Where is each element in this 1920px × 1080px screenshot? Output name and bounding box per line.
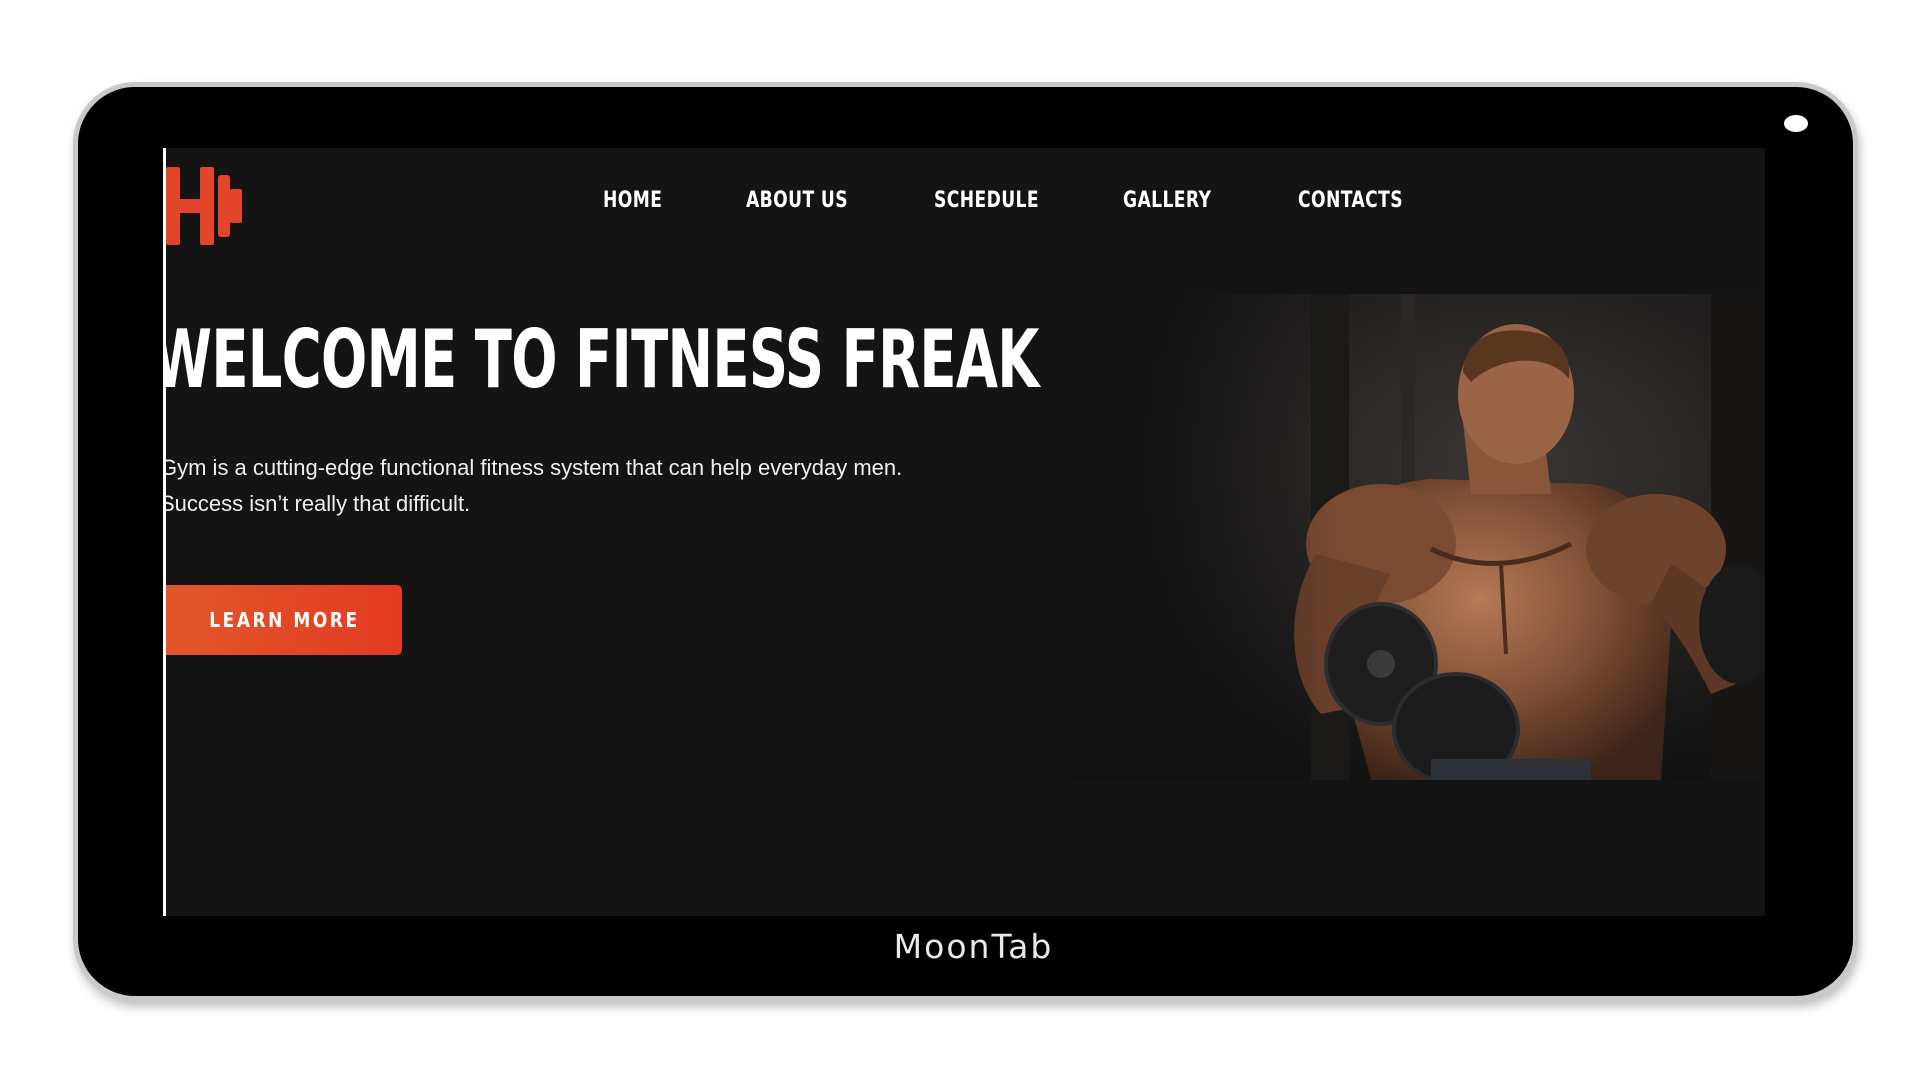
nav-about-us[interactable]: ABOUT US	[746, 188, 848, 213]
website-screen: HOME ABOUT US SCHEDULE GALLERY CONTACTS …	[163, 148, 1765, 916]
main-navigation: HOME ABOUT US SCHEDULE GALLERY CONTACTS	[166, 188, 1765, 228]
device-brand-label: MoonTab	[893, 928, 1054, 966]
nav-schedule[interactable]: SCHEDULE	[934, 188, 1039, 213]
nav-home[interactable]: HOME	[603, 188, 662, 213]
hero-description-line-2: Success isn’t really that difficult.	[163, 491, 471, 516]
hero-description-line-1: Gym is a cutting-edge functional fitness…	[163, 455, 903, 480]
learn-more-button[interactable]: LEARN MORE	[166, 585, 402, 655]
hero-title: WELCOME TO FITNESS FREAK	[163, 313, 1039, 406]
bodybuilder-photo	[1071, 294, 1765, 780]
nav-gallery[interactable]: GALLERY	[1123, 188, 1211, 213]
camera-icon	[1784, 115, 1808, 132]
learn-more-label: LEARN MORE	[208, 608, 360, 632]
nav-contacts[interactable]: CONTACTS	[1298, 188, 1403, 213]
